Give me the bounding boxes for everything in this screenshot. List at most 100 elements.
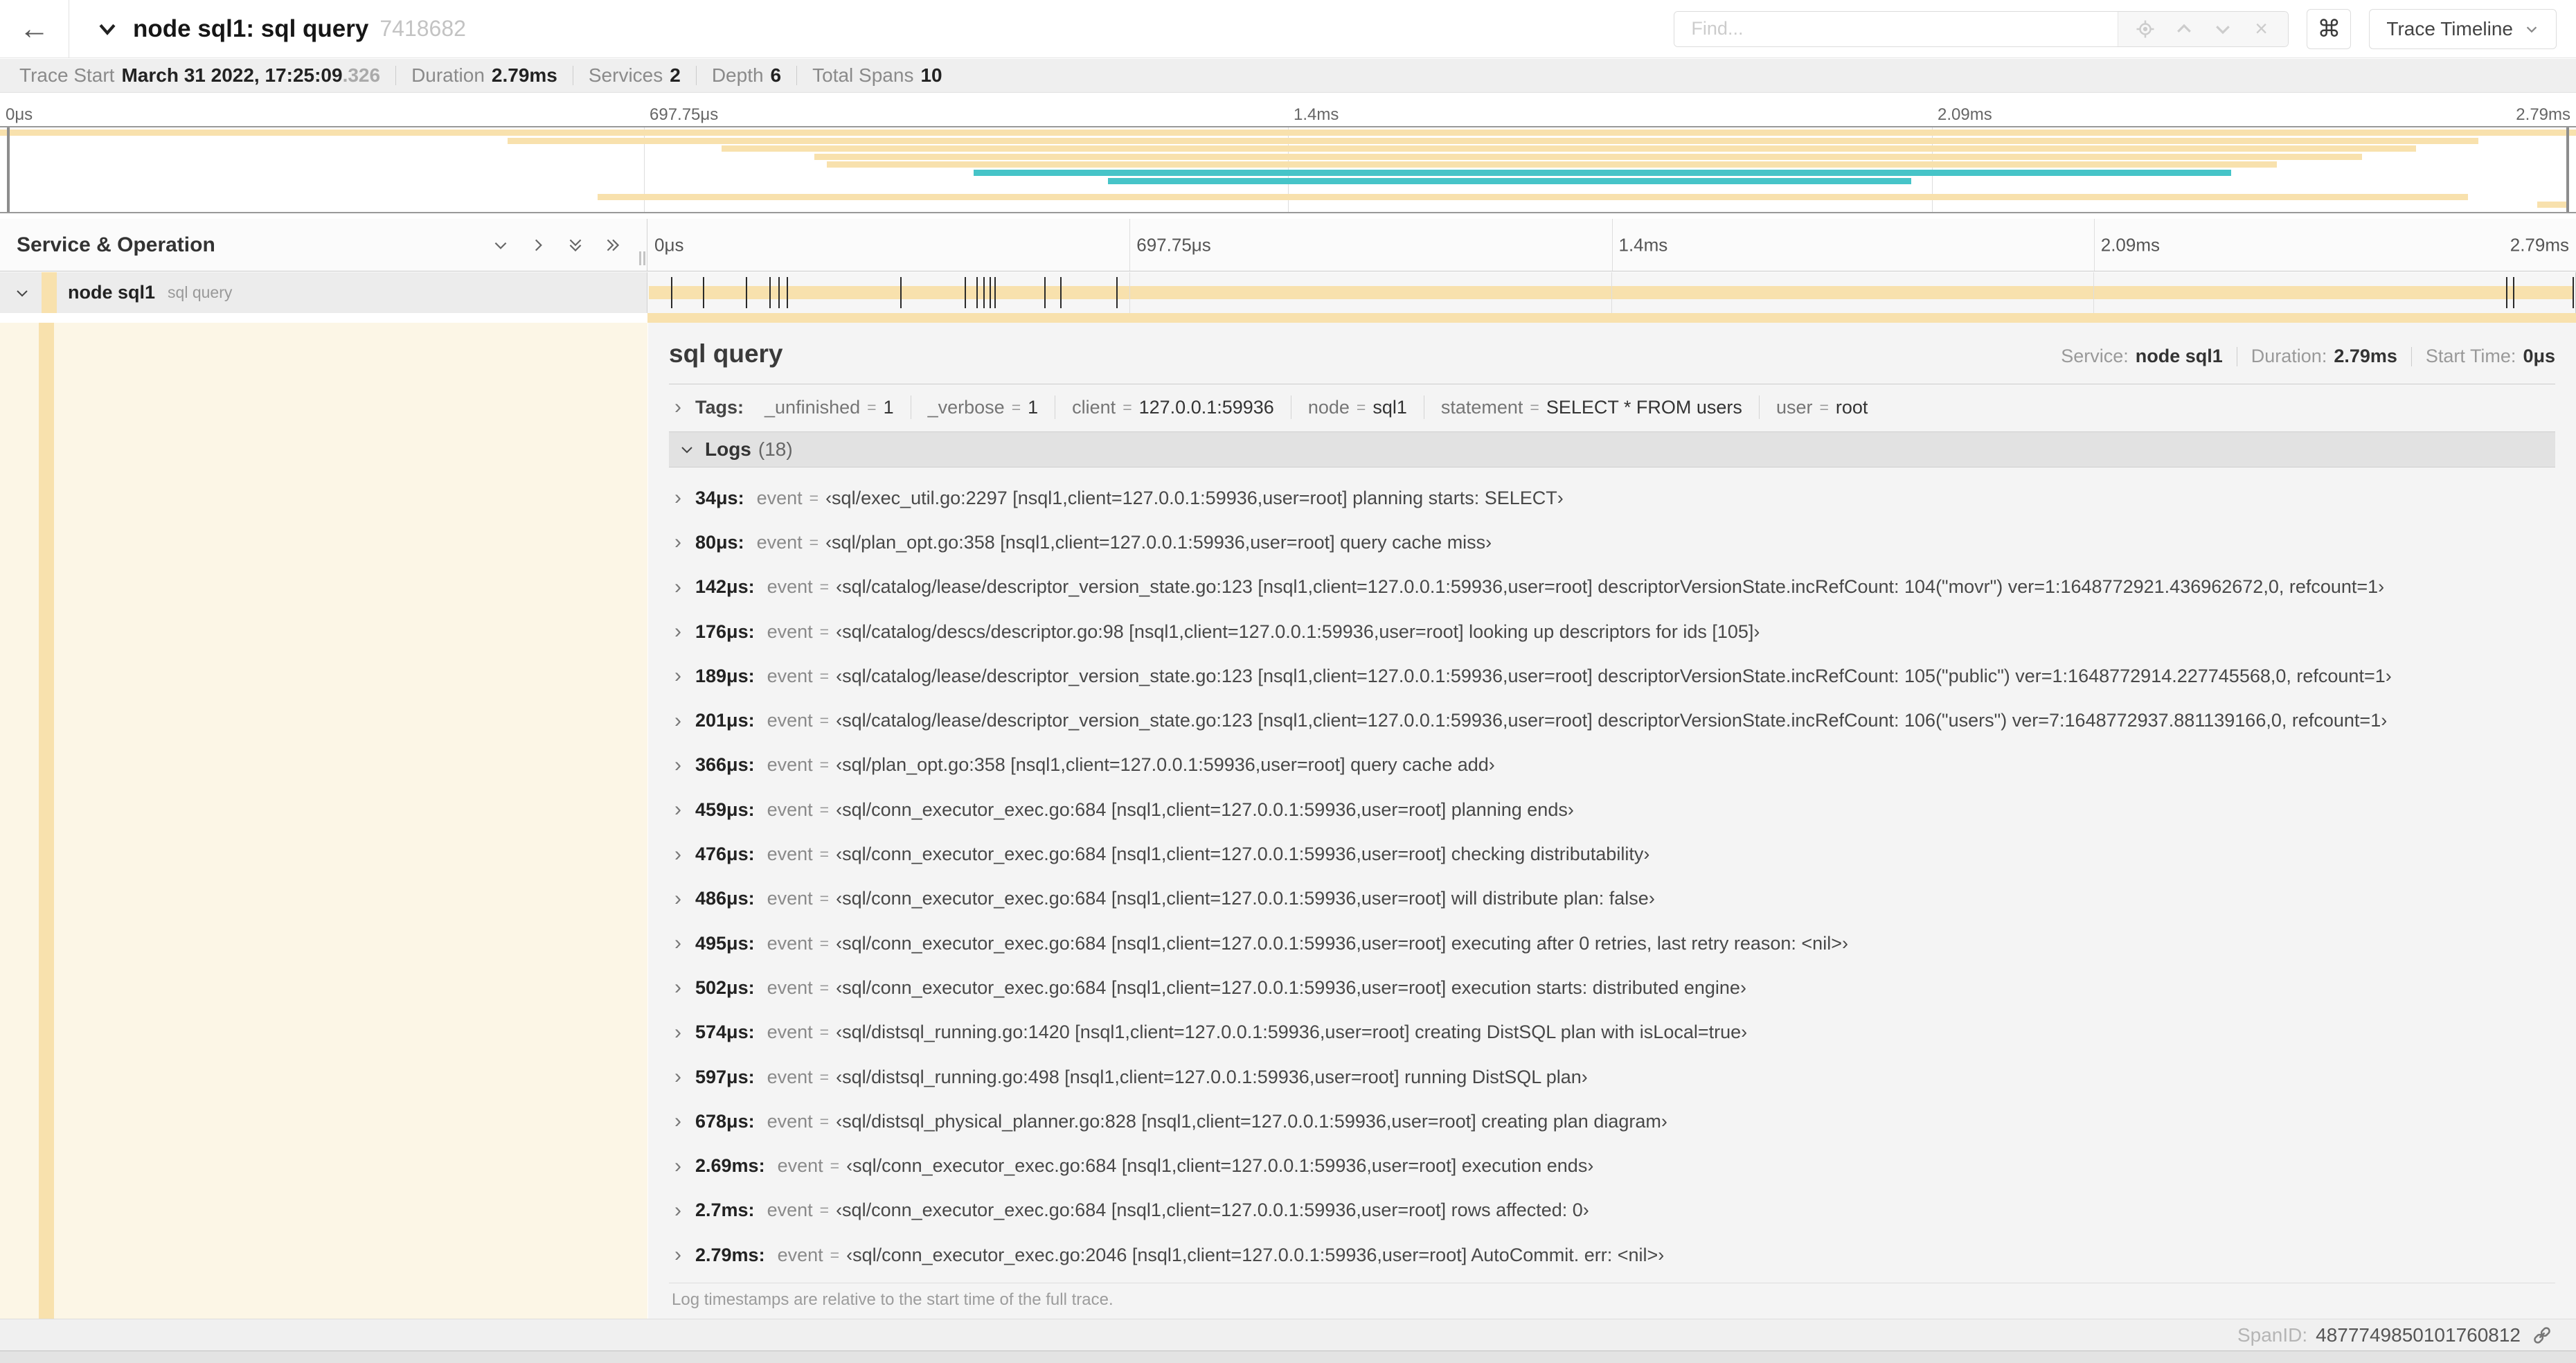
log-marker-tick[interactable]	[2572, 277, 2574, 308]
log-row[interactable]: › 495μs: event = ‹sql/conn_executor_exec.go:…	[669, 921, 2555, 965]
tag-chip: user = root	[1760, 395, 1885, 419]
next-result-button[interactable]	[2211, 17, 2235, 41]
equals-sign: =	[819, 934, 830, 952]
chevron-right-icon: ›	[674, 395, 681, 418]
log-marker-tick[interactable]	[2506, 277, 2508, 308]
equals-sign: =	[819, 1023, 830, 1042]
tag-value: root	[1835, 396, 1868, 418]
log-field-value: ‹sql/conn_executor_exec.go:684 [nsql1,cl…	[836, 844, 1650, 865]
log-timestamp: 34μs:	[695, 487, 744, 508]
chevron-right-icon: ›	[674, 575, 681, 598]
logs-accordion-header[interactable]: Logs (18)	[669, 431, 2555, 467]
copy-link-icon[interactable]	[2532, 1325, 2552, 1346]
gridline	[1611, 272, 1612, 313]
log-marker-tick[interactable]	[1044, 277, 1046, 308]
log-marker-tick[interactable]	[778, 277, 780, 308]
top-bar: ← node sql1: sql query 7418682 × ⌘	[0, 0, 2576, 58]
log-row[interactable]: › 2.69ms: event = ‹sql/conn_executor_exec.go…	[669, 1143, 2555, 1188]
log-marker-tick[interactable]	[2513, 277, 2515, 308]
column-resizer-handle[interactable]	[639, 251, 645, 265]
log-row[interactable]: › 201μs: event = ‹sql/catalog/lease/descript…	[669, 698, 2555, 742]
trace-collapse-toggle[interactable]	[96, 17, 119, 41]
equals-sign: =	[819, 800, 830, 819]
log-marker-tick[interactable]	[670, 277, 672, 308]
span-collapse-toggle[interactable]	[14, 285, 30, 301]
log-field-key: event	[767, 1110, 813, 1132]
log-timestamp: 2.79ms:	[695, 1244, 765, 1265]
clear-search-button[interactable]: ×	[2250, 16, 2273, 41]
equals-sign: =	[819, 756, 830, 774]
log-marker-tick[interactable]	[976, 277, 978, 308]
log-timestamp: 597μs:	[695, 1066, 755, 1087]
collapse-all-button[interactable]	[566, 236, 584, 254]
log-marker-tick[interactable]	[1116, 277, 1118, 308]
log-row[interactable]: › 2.79ms: event = ‹sql/conn_executor_exec.go…	[669, 1233, 2555, 1277]
chevron-right-icon: ›	[674, 531, 681, 554]
span-row[interactable]: node sql1 sql query	[0, 272, 2576, 313]
minimap-right-scrubber[interactable]	[2566, 127, 2569, 212]
keyboard-shortcuts-button[interactable]: ⌘	[2307, 8, 2352, 49]
separator	[695, 66, 697, 85]
log-marker-tick[interactable]	[989, 277, 991, 308]
minimap-left-scrubber[interactable]	[7, 127, 10, 212]
log-row[interactable]: › 142μs: event = ‹sql/catalog/lease/descript…	[669, 565, 2555, 609]
log-marker-tick[interactable]	[900, 277, 902, 308]
chevron-right-icon: ›	[674, 1110, 681, 1133]
trace-id: 7418682	[379, 16, 466, 41]
log-marker-tick[interactable]	[769, 277, 771, 308]
equals-sign: =	[1819, 398, 1829, 416]
log-field-key: event	[767, 665, 813, 686]
log-row[interactable]: › 189μs: event = ‹sql/catalog/lease/descript…	[669, 654, 2555, 698]
log-timestamp: 366μs:	[695, 754, 755, 776]
tags-accordion[interactable]: › Tags: _unfinished = 1 _verbose = 1 client = 12…	[669, 395, 2555, 419]
expand-one-button[interactable]	[529, 236, 547, 254]
log-field-key: event	[767, 932, 813, 954]
back-button[interactable]: ←	[0, 0, 69, 57]
log-marker-tick[interactable]	[983, 277, 985, 308]
log-row[interactable]: › 80μs: event = ‹sql/plan_opt.go:358 [nsql1,…	[669, 520, 2555, 564]
find-box: ×	[1674, 10, 2289, 47]
log-row[interactable]: › 502μs: event = ‹sql/conn_executor_exec.go:…	[669, 965, 2555, 1010]
log-field-key: event	[767, 576, 813, 598]
log-marker-tick[interactable]	[965, 277, 966, 308]
equals-sign: =	[867, 398, 877, 416]
log-row[interactable]: › 459μs: event = ‹sql/conn_executor_exec.go:…	[669, 787, 2555, 832]
log-marker-tick[interactable]	[786, 277, 788, 308]
gridline	[1611, 219, 1613, 271]
span-row-timeline[interactable]	[647, 272, 2576, 313]
log-row[interactable]: › 486μs: event = ‹sql/conn_executor_exec.go:…	[669, 877, 2555, 921]
log-row[interactable]: › 34μs: event = ‹sql/exec_util.go:2297 [nsql…	[669, 476, 2555, 520]
log-marker-tick[interactable]	[994, 277, 996, 308]
tag-key: client	[1072, 396, 1116, 418]
log-row[interactable]: › 176μs: event = ‹sql/catalog/descs/descript…	[669, 609, 2555, 654]
log-row[interactable]: › 574μs: event = ‹sql/distsql_running.go:142…	[669, 1010, 2555, 1055]
log-field-key: event	[767, 710, 813, 731]
log-field-value: ‹sql/plan_opt.go:358 [nsql1,client=127.0…	[836, 754, 1495, 776]
log-row[interactable]: › 2.7ms: event = ‹sql/conn_executor_exec.go:…	[669, 1188, 2555, 1233]
find-input[interactable]	[1674, 11, 2118, 46]
prev-result-button[interactable]	[2172, 17, 2196, 41]
collapse-one-button[interactable]	[492, 236, 510, 254]
span-row-name-cell[interactable]: node sql1 sql query	[0, 272, 647, 313]
log-marker-tick[interactable]	[702, 277, 704, 308]
log-row[interactable]: › 678μs: event = ‹sql/distsql_physical_plann…	[669, 1099, 2555, 1143]
tag-key: _unfinished	[764, 396, 861, 418]
focus-target-icon[interactable]	[2134, 17, 2157, 41]
tick-label: 697.75μs	[650, 105, 719, 124]
log-timestamp: 2.7ms:	[695, 1200, 755, 1221]
view-dropdown-label: Trace Timeline	[2386, 17, 2513, 39]
log-field-value: ‹sql/conn_executor_exec.go:2046 [nsql1,c…	[846, 1244, 1665, 1265]
log-marker-tick[interactable]	[1059, 277, 1062, 308]
tag-chip-list: _unfinished = 1 _verbose = 1 client = 127.0.0.1:…	[748, 395, 1884, 419]
back-arrow-icon: ←	[19, 11, 50, 46]
log-marker-tick[interactable]	[745, 277, 747, 308]
expand-all-button[interactable]	[604, 236, 622, 254]
view-dropdown[interactable]: Trace Timeline	[2369, 8, 2557, 49]
log-row[interactable]: › 597μs: event = ‹sql/distsql_running.go:498…	[669, 1055, 2555, 1099]
equals-sign: =	[819, 711, 830, 730]
equals-sign: =	[830, 1157, 840, 1175]
log-row[interactable]: › 366μs: event = ‹sql/plan_opt.go:358 [nsql1…	[669, 743, 2555, 787]
log-row[interactable]: › 476μs: event = ‹sql/conn_executor_exec.go:…	[669, 832, 2555, 876]
equals-sign: =	[819, 578, 830, 596]
minimap-canvas[interactable]	[0, 126, 2576, 213]
